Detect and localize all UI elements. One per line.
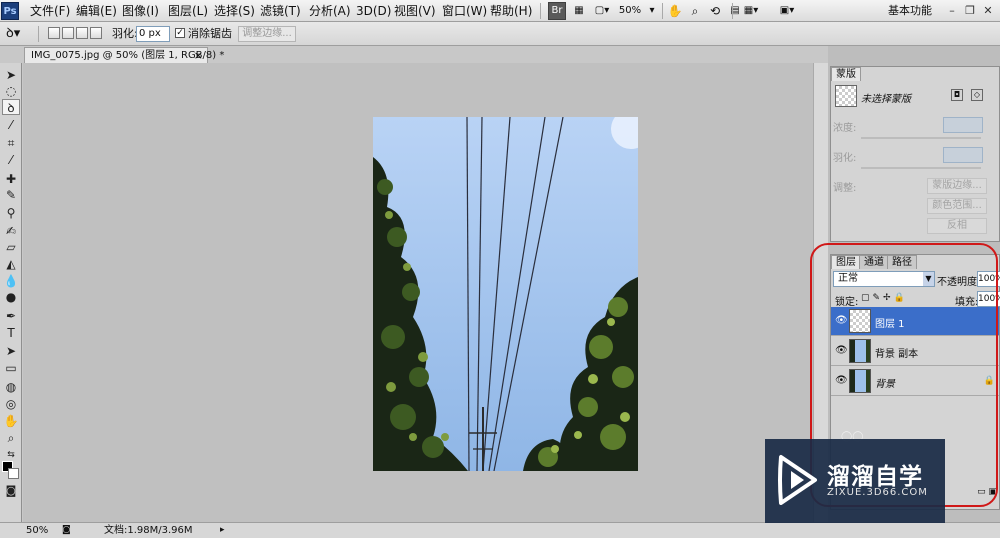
zoom-tool-icon[interactable]: ⌕ (2, 430, 20, 446)
mask-thumbnail (835, 85, 857, 107)
document-size-info: 文档:1.98M/3.96M (104, 525, 193, 536)
photo-sky-power-lines[interactable] (373, 117, 638, 471)
history-brush-tool-icon[interactable]: ✍ (2, 223, 20, 239)
color-range-button: 颜色范围... (927, 198, 987, 214)
menu-separator (662, 3, 663, 19)
document-tab[interactable]: IMG_0075.jpg @ 50% (图层 1, RGB/8) * × (24, 47, 224, 63)
status-zoom[interactable]: 50% (26, 523, 48, 538)
close-tab-icon[interactable]: × (194, 48, 203, 63)
menu-edit[interactable]: 编辑(E) (76, 3, 117, 19)
refine-edge-button[interactable]: 调整边缘... (238, 26, 296, 42)
masks-tab[interactable]: 蒙版 (831, 67, 861, 81)
lasso-preset-icon[interactable]: ꝺ▾ (6, 26, 20, 42)
play-logo-icon (778, 455, 817, 505)
masks-panel: 蒙版 未选择蒙版 ◘ ◇ 浓度: 羽化: 调整: 蒙版边缘... 颜色范围...… (830, 66, 1000, 242)
menu-file[interactable]: 文件(F) (30, 3, 70, 19)
density-field (943, 117, 983, 133)
menu-image[interactable]: 图像(I) (122, 3, 159, 19)
menu-separator (732, 3, 733, 19)
pen-tool-icon[interactable]: ✒ (2, 308, 20, 324)
shape-tool-icon[interactable]: ▭ (2, 360, 20, 376)
workspace-switcher[interactable]: 基本功能 (888, 3, 932, 19)
menu-analysis[interactable]: 分析(A) (309, 3, 351, 19)
watermark-subtitle: ZIXUE.3D66.COM (827, 487, 928, 498)
antialias-checkbox[interactable]: ✓ (175, 28, 185, 38)
view-extras-button[interactable]: ▢▾ (590, 2, 614, 20)
healing-brush-tool-icon[interactable]: ✚ (2, 171, 20, 187)
pixel-mask-icon[interactable]: ◘ (951, 89, 963, 101)
zoom-level-dropdown[interactable]: 50% (615, 2, 645, 20)
feather-mask-label: 羽化: (833, 153, 857, 164)
arrange-documents-button[interactable]: ▦▾ (738, 2, 764, 20)
antialias-label: 消除锯齿 (188, 27, 232, 40)
rotate-view-icon[interactable]: ⟲ (706, 2, 724, 20)
quick-mask-icon[interactable]: ◙ (2, 483, 20, 499)
move-tool-icon[interactable]: ➤ (2, 67, 20, 83)
watermark-logo: 溜溜自学 ZIXUE.3D66.COM (765, 439, 945, 523)
close-icon[interactable]: ✕ (980, 3, 996, 19)
screen-mode-button[interactable]: ▣▾ (774, 2, 800, 20)
feather-label: 羽化: (112, 27, 138, 40)
add-selection-icon[interactable] (62, 27, 74, 39)
feather-input[interactable]: 0 px (136, 26, 170, 42)
no-mask-label: 未选择蒙版 (861, 94, 911, 105)
lasso-tool-icon[interactable]: ꝺ (2, 99, 20, 115)
canvas-area[interactable] (23, 63, 829, 522)
brush-tool-icon[interactable]: ✎ (2, 187, 20, 203)
zoom-tool-icon[interactable]: ⌕ (686, 2, 704, 20)
3d-orbit-tool-icon[interactable]: ◎ (2, 396, 20, 412)
menu-window[interactable]: 窗口(W) (442, 3, 487, 19)
photoshop-logo[interactable]: Ps (1, 2, 19, 20)
status-arrow-icon[interactable]: ▸ (220, 523, 225, 538)
refine-label: 调整: (833, 183, 857, 194)
status-bar: 50% ◙ 文档:1.98M/3.96M ▸ (0, 522, 1000, 538)
hand-tool-icon[interactable]: ✋ (666, 2, 684, 20)
clone-stamp-tool-icon[interactable]: ⚲ (2, 205, 20, 221)
path-selection-tool-icon[interactable]: ➤ (2, 343, 20, 359)
blur-tool-icon[interactable]: 💧 (2, 273, 20, 289)
feather-mask-slider (861, 167, 981, 169)
density-label: 浓度: (833, 123, 857, 134)
status-page-icon[interactable]: ◙ (62, 523, 71, 538)
quick-selection-tool-icon[interactable]: ⁄ (2, 117, 20, 133)
menu-separator (540, 3, 541, 19)
marquee-tool-icon[interactable]: ◌ (2, 83, 20, 99)
options-bar: ꝺ▾ 羽化: 0 px ✓ 消除锯齿 调整边缘... (0, 22, 1000, 46)
invert-button: 反相 (927, 218, 987, 234)
eyedropper-tool-icon[interactable]: ⁄ (2, 152, 20, 168)
type-tool-icon[interactable]: T (2, 325, 20, 341)
eraser-tool-icon[interactable]: ▱ (2, 239, 20, 255)
new-selection-icon[interactable] (48, 27, 60, 39)
vector-mask-icon[interactable]: ◇ (971, 89, 983, 101)
minimize-icon[interactable]: – (944, 3, 960, 19)
menu-bar: Ps 文件(F) 编辑(E) 图像(I) 图层(L) 选择(S) 滤镜(T) 分… (0, 0, 1000, 22)
menu-3d[interactable]: 3D(D) (356, 3, 391, 19)
menu-help[interactable]: 帮助(H) (490, 3, 532, 19)
3d-rotate-tool-icon[interactable]: ◍ (2, 379, 20, 395)
minibridge-icon[interactable]: ▦ (570, 2, 588, 20)
menu-filter[interactable]: 滤镜(T) (260, 3, 301, 19)
menu-select[interactable]: 选择(S) (214, 3, 255, 19)
background-color-swatch[interactable] (8, 468, 19, 479)
intersect-selection-icon[interactable] (90, 27, 102, 39)
menu-view[interactable]: 视图(V) (394, 3, 436, 19)
options-separator (38, 26, 39, 42)
hand-tool-icon[interactable]: ✋ (2, 413, 20, 429)
zoom-chevron-down-icon[interactable]: ▾ (646, 2, 658, 20)
mask-edge-button: 蒙版边缘... (927, 178, 987, 194)
restore-icon[interactable]: ❐ (962, 3, 978, 19)
toolbox: ➤ ◌ ꝺ ⁄ ⌗ ⁄ ✚ ✎ ⚲ ✍ ▱ ◭ 💧 ● ✒ T ➤ ▭ ◍ ◎ … (0, 63, 22, 522)
feather-mask-field (943, 147, 983, 163)
subtract-selection-icon[interactable] (76, 27, 88, 39)
watermark-title: 溜溜自学 (827, 464, 923, 490)
density-slider (861, 137, 981, 139)
menu-layer[interactable]: 图层(L) (168, 3, 208, 19)
bridge-button[interactable]: Br (548, 2, 566, 20)
crop-tool-icon[interactable]: ⌗ (2, 135, 20, 151)
dodge-tool-icon[interactable]: ● (2, 289, 20, 305)
paint-bucket-tool-icon[interactable]: ◭ (2, 256, 20, 272)
